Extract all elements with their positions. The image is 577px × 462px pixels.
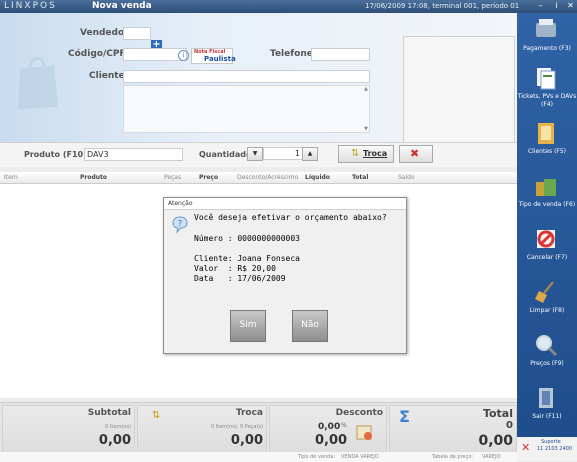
desconto-box[interactable]: Desconto 0,00 % 0,00 [269,405,387,452]
col-produto: Produto [80,174,108,181]
quantity-decrease-button[interactable]: ▼ [247,147,263,161]
quantidade-input[interactable]: 1 [263,147,303,160]
cash-register-icon [536,19,556,37]
status-footer: Tipo de venda: VENDA VAREJO Tabela de pr… [0,451,517,462]
totals-bar: Subtotal 0 Item(ns) 0,00 ⇅ Troca 0 Item(… [0,402,517,452]
minimize-icon[interactable]: – [535,1,546,11]
product-entry-row: Produto (F10) DAV3 Quantidade ▼ 1 ▲ ⇅ Tr… [0,142,517,167]
dialog-title: Atenção [168,200,193,207]
dialog-data: Data : 17/06/2009 [194,274,286,283]
scroll-down-icon[interactable]: ▼ [364,126,368,132]
desconto-value-2: 0,00 [315,433,348,448]
troca-button[interactable]: ⇅ Troca [338,145,394,163]
cancelar-button[interactable]: Cancelar (F7) [517,226,577,271]
close-icon[interactable]: ✕ [565,1,576,11]
dialog-question: Você deseja efetivar o orçamento abaixo? [194,213,387,222]
info-icon[interactable]: i [551,1,562,11]
tipo-de-venda-button[interactable]: Tipo de venda (F6) [517,173,577,218]
sidebar: Pagamento (F3) Tickets, PVs e DAVs (F4) … [517,13,577,461]
folder-icon [538,123,554,144]
precos-button[interactable]: Preços (F9) [517,332,577,377]
magnifier-icon [536,335,558,357]
status-text: 17/06/2009 17:08, terminal 001, período … [365,2,520,10]
brand-logo: LINXPOS [4,1,57,11]
cliente-label: Cliente [89,71,125,81]
telefone-input[interactable] [311,48,370,61]
customer-header: Vendedor + Código/CPF i Nota Fiscal Paul… [0,13,517,144]
nota-fiscal-paulista-logo: Nota Fiscal Paulista [191,48,236,64]
col-total: Total [352,174,369,181]
total-box: Σ Total 0 0,00 [389,405,517,452]
scroll-up-icon[interactable]: ▲ [364,86,368,92]
items-grid-header: Item Produto Peças Preço Desconto/Acrésc… [0,172,517,184]
customer-photo [403,36,515,144]
tipo-venda-label: Tipo de venda: [298,454,336,460]
limpar-button[interactable]: Limpar (F8) [517,279,577,324]
desconto-label: Desconto [335,408,383,418]
tabela-preco-label: Tabela de preço: [432,454,474,460]
cliente-input[interactable] [123,70,370,83]
tabela-preco-value: VAREJO [482,454,501,460]
broom-icon [535,281,554,303]
dialog-numero: Número : 0000000000003 [194,234,300,243]
remove-item-button[interactable]: ✖ [399,145,433,163]
troca-items: 0 Item(ns), 0 Peça(s) [210,424,263,430]
codigo-cpf-label: Código/CPF [68,49,126,59]
col-preco: Preço [199,174,219,181]
col-saldo: Saldo [398,174,415,181]
dialog-cliente: Cliente: Joana Fonseca [194,254,300,263]
documents-icon [537,68,556,90]
vendedor-label: Vendedor [80,28,129,38]
subtotal-box: Subtotal 0 Item(ns) 0,00 [2,405,135,452]
total-count: 0 [506,420,513,431]
shopping-bag-icon [18,56,58,109]
exchange-icon: ⇅ [351,148,360,159]
sair-button[interactable]: Sair (F11) [517,385,577,430]
vendedor-input[interactable] [123,27,151,40]
desconto-value: 0,00 [318,422,341,432]
col-desconto: Desconto/Acréscimo [237,174,299,181]
quantity-increase-button[interactable]: ▲ [302,147,318,161]
confirm-dialog: Atenção ? Você deseja efetivar o orçamen… [163,197,407,354]
title-bar: LINXPOS Nova venda 17/06/2009 17:08, ter… [0,0,577,13]
remove-icon: ✖ [410,147,420,160]
subtotal-label: Subtotal [87,408,131,418]
desconto-percent: % [341,422,347,429]
dialog-titlebar: Atenção [164,198,406,210]
col-liquido: Líquido [305,174,330,181]
col-item: Item [4,174,18,181]
troca-total-label: Troca [235,408,263,418]
cancel-icon [537,230,555,248]
sigma-icon: Σ [399,407,410,426]
nao-button[interactable]: Não [292,310,328,342]
produto-label: Produto (F10) [24,150,87,159]
pagamento-button[interactable]: Pagamento (F3) [517,17,577,62]
shopping-bags-icon [536,179,556,196]
linx-logo-icon: ✕ [521,441,531,454]
total-label: Total [482,407,513,420]
clientes-button[interactable]: Clientes (F5) [517,120,577,165]
troca-box: ⇅ Troca 0 Item(ns), 0 Peça(s) 0,00 [137,405,267,452]
sim-button[interactable]: Sim [230,310,266,342]
info-icon[interactable]: i [178,50,189,61]
col-pecas: Peças [164,174,182,181]
window-title: Nova venda [92,1,152,11]
troca-value: 0,00 [230,433,263,448]
subtotal-value: 0,00 [98,433,131,448]
exit-door-icon [539,388,553,408]
telefone-label: Telefone [270,49,313,59]
dialog-valor: Valor : R$ 20,00 [194,264,276,273]
question-icon: ? [172,216,188,234]
quantidade-label: Quantidade [199,150,252,159]
tipo-venda-value: VENDA VAREJO [341,454,379,460]
exchange-icon: ⇅ [152,410,161,421]
total-value: 0,00 [478,433,513,449]
svg-text:?: ? [178,219,182,228]
discount-tag-icon [356,425,372,440]
tickets-pvs-davs-button[interactable]: Tickets, PVs e DAVs (F4) [517,65,577,110]
support-box[interactable]: ✕ Suporte 11 2103 2400 [517,437,577,461]
produto-input[interactable]: DAV3 [84,148,183,161]
cliente-details-area[interactable]: ▲ ▼ [123,85,370,133]
subtotal-items: 0 Item(ns) [105,424,131,430]
